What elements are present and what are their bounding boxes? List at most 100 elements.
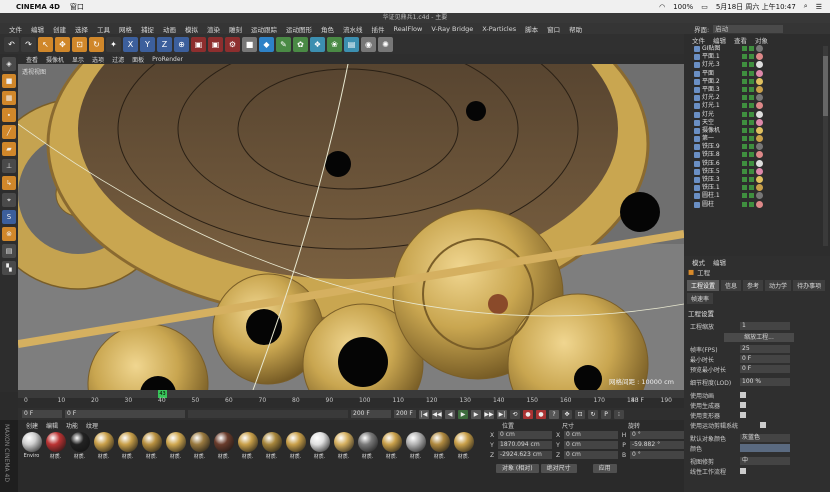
rotate-tool-icon[interactable]: ↻ [89, 36, 104, 52]
material-item[interactable]: 材质. [236, 432, 259, 460]
menu-item[interactable]: V-Ray Bridge [431, 25, 473, 33]
material-item[interactable]: 材质. [212, 432, 235, 460]
y-axis-icon[interactable]: Y [140, 36, 155, 52]
enable-icon[interactable] [749, 201, 754, 207]
key-param-icon[interactable]: P [601, 409, 611, 419]
viewport-menu-item[interactable]: 选项 [92, 55, 104, 64]
go-start-icon[interactable]: |◀ [419, 409, 429, 419]
attribute-tab[interactable]: 帧速率 [687, 293, 714, 304]
material-tab[interactable]: 纹理 [86, 421, 98, 430]
use-gen-checkbox[interactable] [740, 402, 746, 408]
menu-item[interactable]: 渲染 [207, 24, 220, 34]
object-row[interactable]: 天空 [684, 118, 830, 127]
menu-item[interactable]: 流水线 [343, 24, 363, 34]
material-tag-icon[interactable] [756, 102, 763, 110]
material-tag-icon[interactable] [756, 118, 763, 126]
material-item[interactable]: 材质. [164, 432, 187, 460]
edge-mode-icon[interactable]: ╱ [2, 125, 16, 139]
tweak-mode-icon[interactable]: ↳ [2, 176, 16, 190]
search-icon[interactable]: ⌕ [804, 2, 808, 11]
menu-item[interactable]: 帮助 [569, 24, 582, 34]
axis-mode-icon[interactable]: ⊥ [2, 159, 16, 173]
use-anim-checkbox[interactable] [740, 392, 746, 398]
select-tool-icon[interactable]: ↖ [38, 36, 53, 52]
min-frame-field[interactable]: 0 F [65, 410, 185, 418]
attribute-tab[interactable]: 信息 [721, 280, 742, 291]
render-picture-viewer-icon[interactable]: ▣ [208, 36, 223, 52]
menu-item[interactable]: RealFlow [394, 25, 423, 33]
object-row[interactable]: 铁压.5 [684, 167, 830, 176]
light-icon[interactable]: ✺ [378, 36, 393, 52]
material-item[interactable]: 材质. [284, 432, 307, 460]
visibility-icon[interactable] [742, 78, 747, 84]
lock-workplane-icon[interactable]: ⊗ [2, 227, 16, 241]
visibility-icon[interactable] [742, 111, 747, 117]
menu-item[interactable]: 编辑 [31, 24, 44, 34]
visibility-icon[interactable] [742, 193, 747, 199]
menu-item[interactable]: 运动跟踪 [251, 24, 277, 34]
x-axis-icon[interactable]: X [123, 36, 138, 52]
menu-item[interactable]: X-Particles [482, 25, 516, 33]
enable-icon[interactable] [749, 86, 754, 92]
material-tag-icon[interactable] [756, 184, 763, 192]
material-tag-icon[interactable] [756, 151, 763, 159]
material-item[interactable]: 材质. [356, 432, 379, 460]
workplane-icon[interactable]: S [2, 210, 16, 224]
attribute-menu-item[interactable]: 模式 [692, 257, 705, 267]
object-row[interactable]: 铁压.3 [684, 176, 830, 184]
clock[interactable]: 5月18日 周六 上午10:47 [716, 2, 796, 12]
menu-item[interactable]: 选择 [75, 24, 88, 34]
material-tab[interactable]: 编辑 [46, 421, 58, 430]
spline-pen-icon[interactable]: ✎ [276, 36, 291, 52]
material-item[interactable]: 材质. [116, 432, 139, 460]
app-name[interactable]: CINEMA 4D [16, 3, 60, 11]
play-icon[interactable]: ▶ [458, 409, 468, 419]
enable-icon[interactable] [749, 103, 754, 109]
visibility-icon[interactable] [742, 136, 747, 142]
material-tag-icon[interactable] [756, 69, 763, 77]
object-row[interactable]: 摄像机 [684, 126, 830, 135]
size-mode-dropdown[interactable]: 绝对尺寸 [540, 463, 577, 473]
prev-key-icon[interactable]: ◀◀ [432, 409, 442, 419]
rotation-field[interactable]: -59.882 ° [630, 441, 684, 449]
enable-icon[interactable] [749, 95, 754, 101]
material-item[interactable]: 材质. [404, 432, 427, 460]
scale-tool-icon[interactable]: ⊡ [72, 36, 87, 52]
object-row[interactable]: 铁压.6 [684, 159, 830, 168]
view-clip-dropdown[interactable]: 中 [740, 457, 790, 465]
viewport-menu-item[interactable]: 显示 [72, 55, 84, 64]
enable-icon[interactable] [749, 46, 754, 51]
go-end-icon[interactable]: ▶| [497, 409, 507, 419]
material-item[interactable]: 材质. [44, 432, 67, 460]
attribute-tab[interactable]: 动力学 [765, 280, 792, 291]
enable-icon[interactable] [749, 193, 754, 199]
undo-icon[interactable]: ↶ [4, 36, 19, 52]
render-settings-icon[interactable]: ⚙ [225, 36, 240, 52]
position-field[interactable]: 0 cm [498, 431, 552, 439]
object-row[interactable]: 平面 [684, 69, 830, 78]
fps-field[interactable]: 25 [740, 345, 790, 353]
viewport-3d[interactable]: 透视视图 网格间距 : 10000 cm [18, 64, 684, 390]
enable-icon[interactable] [749, 168, 754, 174]
range-slider[interactable] [188, 410, 348, 418]
timeline[interactable]: 43 0 10 20 30 40 50 60 70 80 90 100 110 120 130 140 150… [18, 390, 684, 408]
use-motion-checkbox[interactable] [760, 422, 766, 428]
attribute-tab[interactable]: 参考 [743, 280, 764, 291]
record-icon[interactable]: ● [523, 409, 533, 419]
material-tag-icon[interactable] [756, 77, 763, 85]
viewport-menu-item[interactable]: 过滤 [112, 55, 124, 64]
menu-item[interactable]: 雕刻 [229, 24, 242, 34]
visibility-icon[interactable] [742, 95, 747, 101]
mac-window-menu[interactable]: 窗口 [70, 2, 84, 12]
polygon-mode-icon[interactable]: ▰ [2, 142, 16, 156]
battery-icon[interactable]: ▭ [701, 3, 708, 11]
visibility-icon[interactable] [742, 70, 747, 76]
enable-icon[interactable] [749, 177, 754, 182]
object-row[interactable]: 铁压.8 [684, 151, 830, 159]
grid-icon[interactable]: ▤ [2, 244, 16, 258]
enable-icon[interactable] [749, 185, 754, 191]
rotation-field[interactable]: 0 ° [630, 431, 684, 439]
material-tag-icon[interactable] [756, 110, 763, 118]
texture-mode-icon[interactable]: ▦ [2, 91, 16, 105]
visibility-icon[interactable] [742, 152, 747, 158]
